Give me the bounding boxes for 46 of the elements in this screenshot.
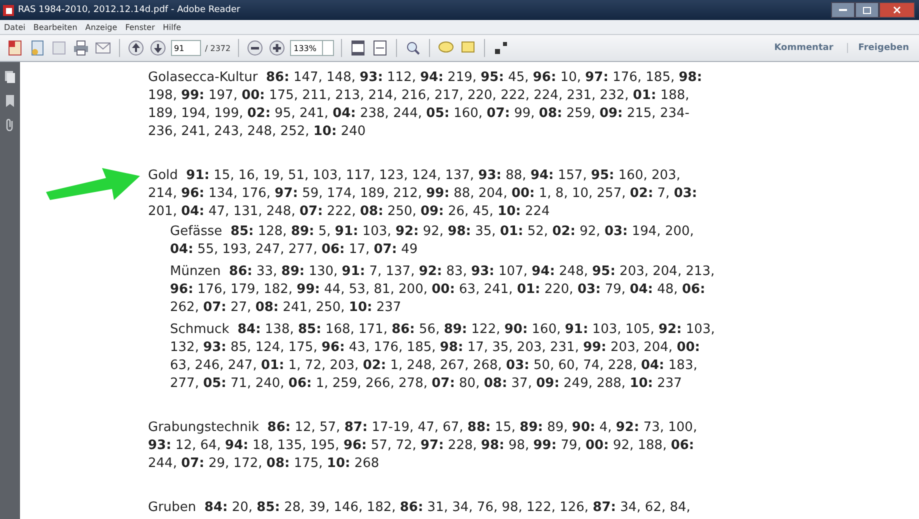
arrow-up-icon[interactable] — [127, 39, 145, 57]
index-entry-line: 201, 04: 47, 131, 248, 07: 222, 08: 250, 09: 26, 45, 10: 224 — [148, 203, 551, 221]
menu-item[interactable]: Bearbeiten — [33, 22, 78, 32]
index-entry-line: 262, 07: 27, 08: 241, 250, 10: 237 — [170, 299, 402, 317]
index-entry-line: 04: 55, 193, 247, 277, 06: 17, 07: 49 — [170, 241, 419, 259]
index-entry-line: Gruben 84: 20, 85: 28, 39, 146, 182, 86: 31, 34, 76, 98, 122, 126, 87: 34, 62, 84, — [148, 499, 692, 517]
menu-item[interactable]: Anzeige — [85, 22, 118, 32]
arrow-down-icon[interactable] — [149, 39, 167, 57]
zoom-out-icon[interactable] — [246, 39, 264, 57]
index-entry-line: Gold 91: 15, 16, 19, 51, 103, 117, 123, 124, 137, 93: 88, 94: 157, 95: 160, 203, — [148, 167, 682, 185]
index-entry-line: Schmuck 84: 138, 85: 168, 171, 86: 56, 89: 122, 90: 160, 91: 103, 105, 92: 103, — [170, 321, 716, 339]
zoom-dropdown[interactable]: 133% — [290, 40, 334, 56]
index-entry-line: Münzen 86: 33, 89: 130, 91: 7, 137, 92: 83, 93: 107, 94: 248, 95: 203, 204, 213, — [170, 263, 716, 281]
menu-item[interactable]: Fenster — [125, 22, 155, 32]
window-title: RAS 1984-2010, 2012.12.14d.pdf - Adobe Reader — [18, 5, 240, 15]
minimize-button[interactable] — [831, 2, 855, 18]
index-entry-line: 198, 99: 197, 00: 175, 211, 213, 214, 216, 217, 220, 222, 224, 231, 232, 01: 188, — [148, 87, 690, 105]
page-number-field[interactable]: 91 — [171, 40, 201, 56]
close-button[interactable] — [879, 2, 915, 18]
pages-icon[interactable] — [4, 70, 16, 84]
print-icon[interactable] — [72, 39, 90, 57]
index-entry-line: 214, 96: 134, 176, 97: 59, 174, 189, 212, 99: 88, 204, 00: 1, 8, 10, 257, 02: 7, 03: — [148, 185, 698, 203]
zoom-in-icon[interactable] — [268, 39, 286, 57]
menu-item[interactable]: Hilfe — [162, 22, 182, 32]
index-entry-line: 189, 194, 199, 02: 95, 241, 04: 238, 244, 05: 160, 07: 99, 08: 259, 09: 215, 234- — [148, 105, 690, 123]
menu-item[interactable]: Datei — [4, 22, 26, 32]
index-entry-line: 236, 241, 243, 248, 252, 10: 240 — [148, 123, 367, 141]
page-count: / 2372 — [205, 44, 231, 52]
maximize-button[interactable] — [855, 2, 879, 18]
index-entry-line: Gefässe 85: 128, 89: 5, 91: 103, 92: 92, 98: 35, 01: 52, 02: 92, 03: 194, 200, — [170, 223, 695, 241]
index-entry-line: 244, 07: 29, 172, 08: 175, 10: 268 — [148, 455, 380, 473]
maximize-icon — [863, 6, 871, 14]
app-icon — [3, 4, 14, 16]
search-icon[interactable] — [404, 39, 422, 57]
bookmark-icon[interactable] — [4, 94, 16, 108]
minimize-icon — [839, 8, 847, 12]
index-entry-line: 93: 12, 64, 94: 18, 135, 195, 96: 57, 72, 97: 228, 98: 98, 99: 79, 00: 92, 188, 06: — [148, 437, 696, 455]
index-entry-line: 277, 05: 71, 240, 06: 1, 259, 266, 278, 07: 80, 08: 37, 09: 249, 288, 10: 237 — [170, 375, 683, 393]
index-entry-line: Golasecca-Kultur 86: 147, 148, 93: 112, 94: 219, 95: 45, 96: 10, 97: 176, 185, 98: — [148, 69, 704, 87]
panel-button[interactable]: Freigeben — [847, 43, 919, 53]
index-entry-line: 132, 93: 85, 124, 175, 96: 43, 176, 185, 98: 17, 35, 203, 231, 99: 203, 204, 00: — [170, 339, 701, 357]
panel-button[interactable]: Kommentar — [764, 43, 844, 53]
index-entry-line: 63, 246, 247, 01: 1, 72, 203, 02: 1, 248, 267, 268, 03: 50, 60, 74, 228, 04: 183, — [170, 357, 698, 375]
index-entry-line: 96: 176, 179, 182, 99: 44, 53, 81, 200, 00: 63, 241, 01: 220, 03: 79, 04: 48, 06: — [170, 281, 706, 299]
index-entry-line: Grabungstechnik 86: 12, 57, 87: 17-19, 47, 67, 88: 15, 89: 89, 90: 4, 92: 73, 100, — [148, 419, 698, 437]
close-icon — [893, 6, 901, 14]
